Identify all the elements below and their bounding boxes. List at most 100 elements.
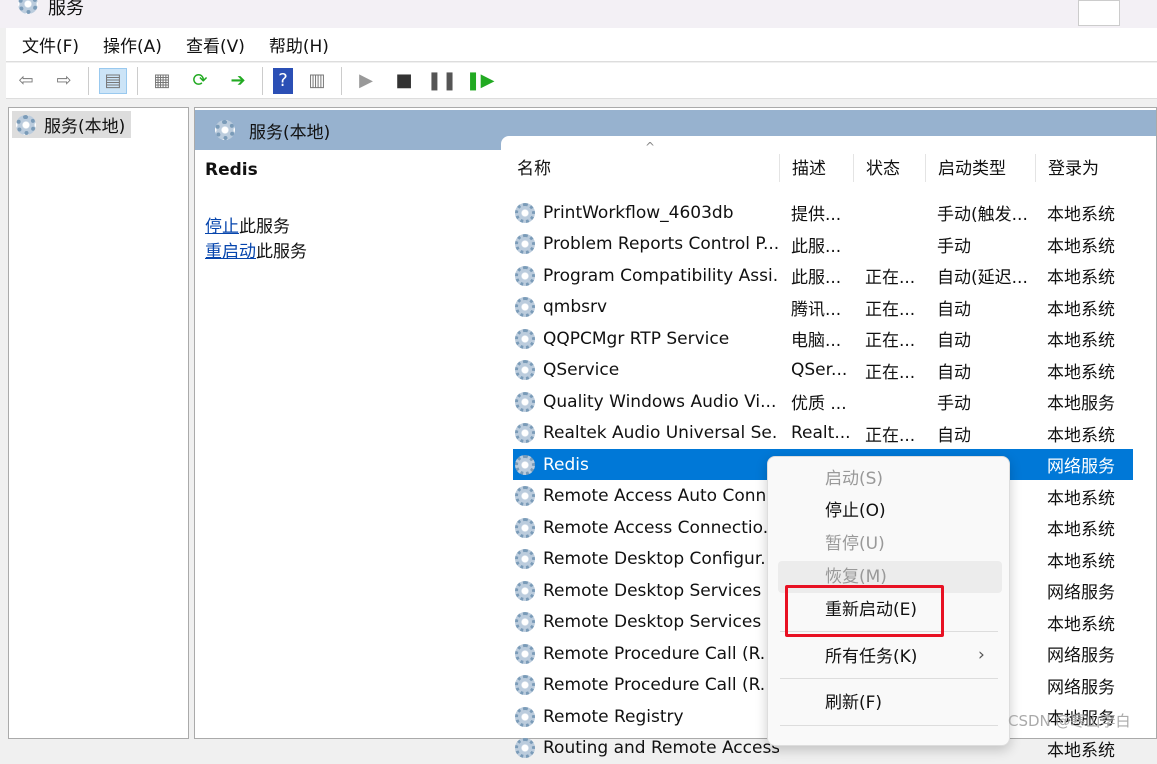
menu-item-refresh[interactable]: 刷新(F) [778, 687, 1002, 719]
service-status: 正在... [865, 362, 916, 383]
link-suffix: 此服务 [256, 242, 307, 262]
service-status: 正在... [865, 299, 916, 320]
service-gear-icon [515, 360, 535, 380]
divider [137, 66, 138, 95]
service-startup-type: 手动(触发... [937, 205, 1028, 225]
service-log-on-as: 本地系统 [1047, 268, 1115, 288]
table-row[interactable]: QQPCMgr RTP Service 电脑... 正在... 自动 本地系统 [513, 323, 1133, 354]
service-description: 提供... [791, 205, 842, 225]
column-name[interactable]: 名称 [513, 154, 551, 182]
service-gear-icon [515, 517, 535, 538]
export-icon[interactable]: ➔ [224, 68, 252, 94]
service-log-on-as: 本地服务 [1047, 394, 1115, 414]
table-row[interactable]: PrintWorkflow_4603db 提供... 手动(触发... 本地系统 [513, 197, 1133, 228]
service-log-on-as: 本地系统 [1047, 362, 1115, 383]
selected-service-name: Redis [205, 160, 258, 180]
menu-action[interactable]: 操作(A) [103, 32, 162, 57]
table-row[interactable]: Quality Windows Audio Vi... 优质 ... 手动 本地服务 [513, 386, 1133, 417]
service-log-on-as: 网络服务 [1047, 583, 1115, 603]
service-description: 优质 ... [791, 394, 847, 414]
forward-icon[interactable]: ⇨ [50, 68, 78, 94]
service-gear-icon [515, 612, 535, 632]
service-name: Remote Desktop Services ... [543, 612, 779, 632]
service-name: Remote Procedure Call (R... [543, 643, 777, 664]
stop-icon[interactable]: ■ [390, 68, 418, 94]
tree-node-services-local[interactable]: 服务(本地) [12, 111, 132, 138]
service-description: 腾讯... [791, 299, 842, 320]
column-log-on-as[interactable]: 登录为 [1035, 154, 1099, 182]
service-name: Remote Procedure Call (R... [543, 675, 777, 695]
menu-view[interactable]: 查看(V) [186, 32, 245, 57]
menu-item-pause[interactable]: 暂停(U) [778, 528, 1002, 560]
tree-node-label: 服务(本地) [44, 117, 126, 137]
table-row[interactable]: Problem Reports Control P... 此服... 手动 本地系统 [513, 229, 1133, 260]
service-status: 正在... [865, 268, 916, 288]
start-icon[interactable]: ▶ [352, 68, 380, 94]
submenu-chevron-icon: › [978, 645, 985, 665]
pause-icon[interactable]: ❚❚ [427, 68, 457, 94]
column-status[interactable]: 状态 [853, 154, 900, 182]
table-row[interactable]: Program Compatibility Assi... 此服... 正在... 自… [513, 260, 1133, 291]
help-icon[interactable]: ? [273, 67, 293, 94]
service-gear-icon [515, 486, 535, 506]
pane-title: 服务(本地) [249, 122, 331, 143]
menu-help[interactable]: 帮助(H) [269, 32, 329, 57]
restart-service-link[interactable]: 重启动 [205, 242, 256, 262]
service-name: Problem Reports Control P... [543, 234, 779, 254]
service-status: 正在... [865, 425, 916, 446]
sort-arrow-icon: ^ [645, 140, 656, 154]
menu-item-start[interactable]: 启动(S) [778, 463, 1002, 495]
service-name: QQPCMgr RTP Service [543, 328, 730, 349]
service-startup-type: 手动 [937, 236, 971, 257]
table-row[interactable]: qmbsrv 腾讯... 正在... 自动 本地系统 [513, 292, 1133, 323]
menu-file[interactable]: 文件(F) [22, 32, 79, 57]
service-log-on-as: 本地系统 [1047, 740, 1115, 761]
service-gear-icon [515, 297, 535, 317]
service-startup-type: 自动 [937, 299, 971, 320]
resume-icon[interactable]: ❚▶ [466, 68, 495, 94]
service-gear-icon [515, 328, 535, 349]
console-icon[interactable]: ▥ [303, 68, 331, 94]
column-description[interactable]: 描述 [779, 154, 826, 182]
service-log-on-as: 网络服务 [1047, 457, 1115, 477]
refresh-icon[interactable]: ⟳ [186, 68, 214, 94]
service-log-on-as: 本地系统 [1047, 614, 1115, 635]
service-log-on-as: 本地系统 [1047, 299, 1115, 320]
service-gear-icon [515, 202, 535, 223]
column-startup-type[interactable]: 启动类型 [925, 154, 1006, 182]
service-name: PrintWorkflow_4603db [543, 202, 734, 223]
service-log-on-as: 本地系统 [1047, 331, 1115, 351]
service-log-on-as: 网络服务 [1047, 646, 1115, 666]
service-gear-icon [515, 580, 535, 601]
menu-bar: 文件(F) 操作(A) 查看(V) 帮助(H) [6, 28, 1157, 62]
stop-service-link[interactable]: 停止 [205, 217, 239, 237]
service-name: Realtek Audio Universal Se... [543, 423, 779, 443]
service-gear-icon [515, 454, 535, 475]
service-name: Routing and Remote Access [543, 738, 779, 758]
service-log-on-as: 本地系统 [1047, 488, 1115, 509]
gear-icon [16, 114, 36, 135]
service-name: Remote Registry [543, 706, 684, 727]
service-gear-icon [515, 675, 535, 695]
service-name: Remote Access Connectio... [543, 517, 779, 538]
services-gear-icon [18, 0, 38, 14]
service-description: Realt... [791, 423, 851, 443]
service-description: 电脑... [791, 331, 842, 351]
title-bar: 服务 [0, 0, 1157, 28]
menu-item-stop[interactable]: 停止(O) [778, 495, 1002, 527]
show-hide-tree-icon[interactable]: ▤ [99, 67, 127, 94]
table-row[interactable]: Realtek Audio Universal Se... Realt... 正在.… [513, 418, 1133, 449]
tree-pane: 服务(本地) [8, 107, 189, 739]
service-name: Program Compatibility Assi... [543, 265, 779, 286]
back-icon[interactable]: ⇦ [12, 68, 40, 94]
service-name: QService [543, 360, 620, 380]
properties-icon[interactable]: ▦ [148, 68, 176, 94]
service-name: Remote Access Auto Conn... [543, 486, 779, 506]
divider [780, 678, 998, 679]
watermark: CSDN @寒山李白 [1008, 712, 1131, 730]
service-name: Remote Desktop Configur... [543, 549, 777, 569]
service-startup-type: 自动(延迟... [937, 268, 1028, 288]
service-name: qmbsrv [543, 297, 608, 317]
menu-item-all-tasks[interactable]: 所有任务(K) [778, 641, 1002, 673]
table-row[interactable]: QService QSer... 正在... 自动 本地系统 [513, 355, 1133, 386]
